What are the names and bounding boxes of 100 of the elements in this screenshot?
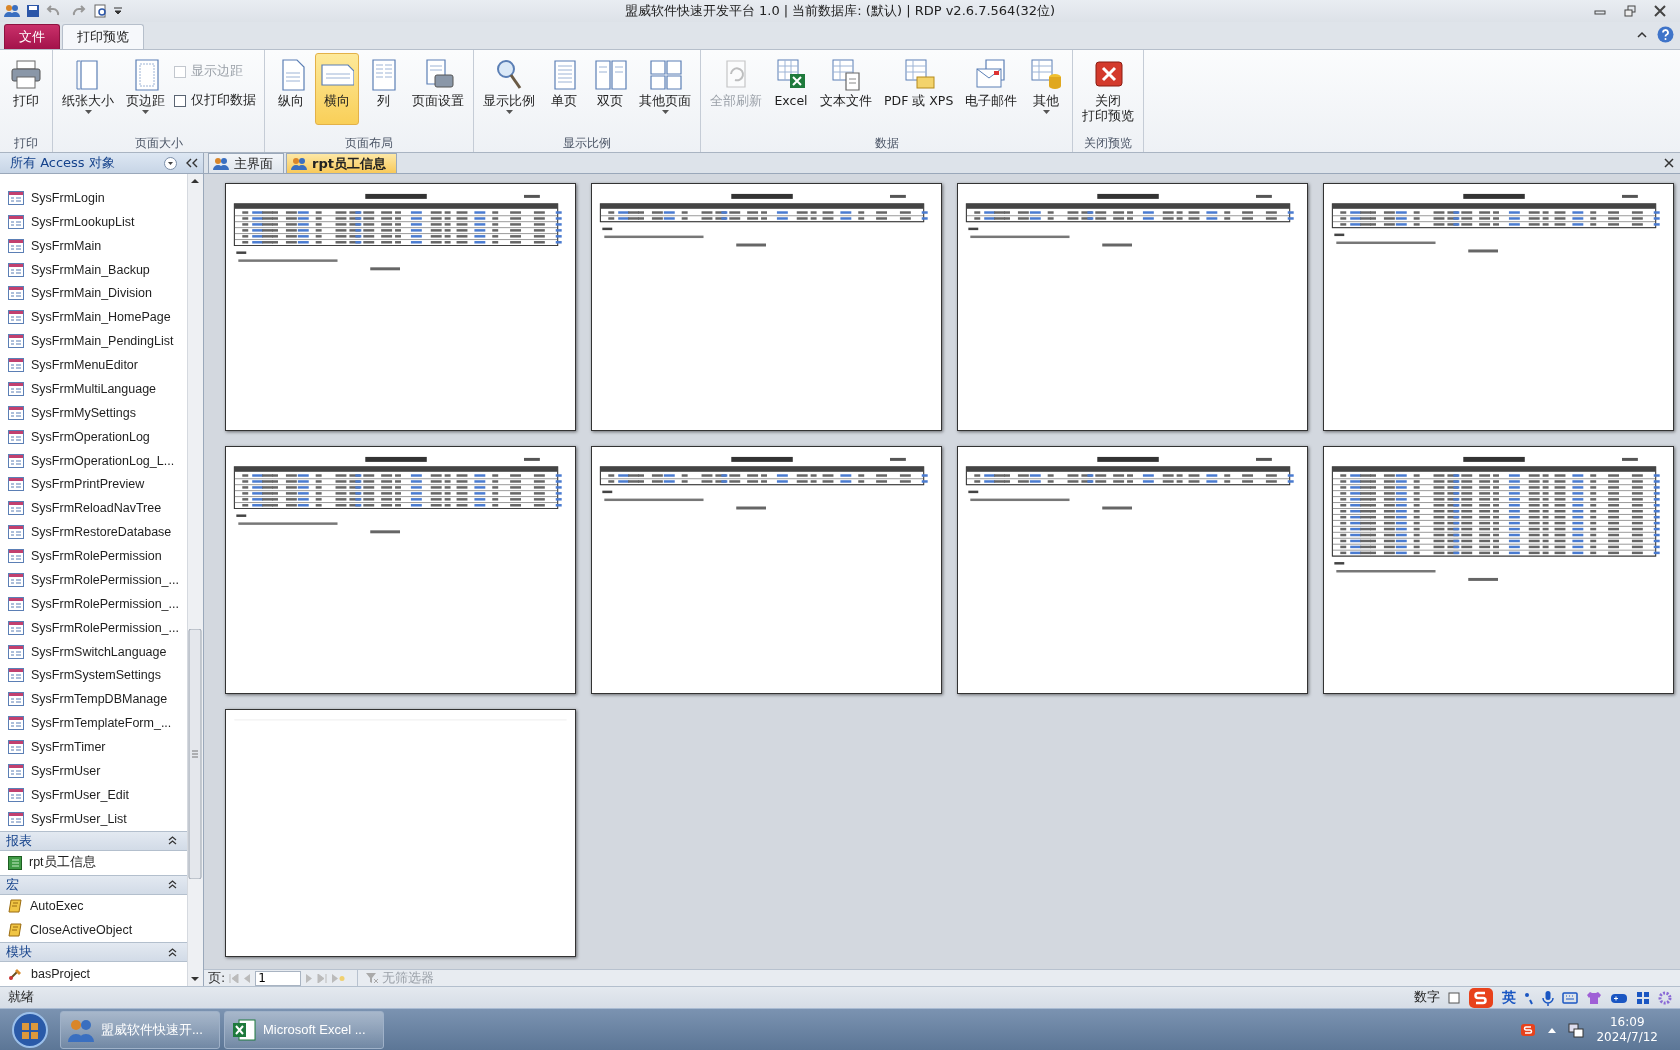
nav-item[interactable]: SysFrmTempDBManage (0, 687, 187, 712)
gamepad-icon[interactable] (1610, 991, 1628, 1004)
module-icon (8, 967, 24, 982)
microphone-icon[interactable] (1542, 989, 1554, 1006)
tray-expand-icon[interactable] (1548, 1026, 1557, 1033)
grid-icon[interactable] (1636, 990, 1650, 1005)
section-header[interactable]: 宏 (0, 874, 187, 895)
ribbon-button[interactable]: 双页 (588, 53, 632, 125)
nav-item[interactable]: SysFrmRestoreDatabase (0, 520, 187, 545)
keyboard-icon[interactable] (1562, 991, 1578, 1004)
customize-menu-icon[interactable] (114, 7, 122, 15)
scroll-icon (8, 923, 23, 938)
nav-item[interactable]: SysFrmUser (0, 759, 187, 783)
ribbon-button[interactable]: 文本文件 (815, 53, 877, 125)
report-icon (8, 855, 22, 870)
excel-export-icon (774, 57, 808, 91)
checkbox[interactable] (174, 94, 186, 107)
users-icon (291, 157, 307, 170)
nav-item[interactable]: SysFrmLogin (0, 186, 187, 210)
ribbon-button[interactable]: 其他 (1024, 53, 1069, 125)
nav-item[interactable]: SysFrmSwitchLanguage (0, 639, 187, 664)
ribbon-button[interactable]: Excel (769, 53, 813, 125)
save-icon[interactable] (26, 4, 40, 18)
nav-item[interactable]: SysFrmMain_Division (0, 281, 187, 306)
document-tab[interactable]: 主界面 (208, 153, 284, 173)
print-preview-icon[interactable] (94, 4, 108, 18)
ribbon-button[interactable]: 其他页面 (634, 53, 696, 125)
input-mode-indicator[interactable]: 英 (1502, 988, 1516, 1007)
nav-item[interactable]: SysFrmSystemSettings (0, 663, 187, 688)
nav-item[interactable]: SysFrmMySettings (0, 400, 187, 425)
nav-item[interactable]: SysFrmRolePermission_... (0, 591, 187, 616)
s-logo-icon[interactable] (1468, 986, 1494, 1009)
nav-item[interactable]: SysFrmMain (0, 233, 187, 258)
nav-item[interactable]: SysFrmMultiLanguage (0, 377, 187, 401)
nav-item[interactable]: rpt员工信息 (0, 850, 187, 875)
ribbon-button[interactable]: PDF 或 XPS (879, 53, 959, 125)
form-icon (8, 716, 24, 731)
restore-icon[interactable] (1624, 5, 1636, 17)
checkbox-option[interactable]: 仅打印数据 (174, 92, 256, 109)
nav-item[interactable]: basProject (0, 962, 187, 986)
ribbon-button[interactable]: 横向 (315, 53, 359, 125)
nav-item[interactable]: SysFrmOperationLog (0, 424, 187, 449)
ribbon-tab[interactable]: 打印预览 (62, 24, 144, 49)
app-users-icon[interactable] (4, 4, 20, 18)
ribbon-button[interactable]: 纵向 (269, 53, 313, 125)
filter-icon (366, 972, 380, 984)
ribbon-button[interactable]: 列 (361, 53, 405, 125)
section-header[interactable]: 模块 (0, 942, 187, 963)
redo-icon[interactable] (70, 5, 88, 17)
nav-item[interactable]: SysFrmPrintPreview (0, 472, 187, 497)
nav-item[interactable]: SysFrmReloadNavTree (0, 496, 187, 521)
text-file-icon (829, 57, 863, 91)
nav-item[interactable]: SysFrmOperationLog_L... (0, 448, 187, 473)
nav-item[interactable]: SysFrmRolePermission (0, 544, 187, 568)
document-tab[interactable]: rpt员工信息 (286, 153, 397, 173)
form-icon (8, 668, 24, 683)
nav-item[interactable]: AutoExec (0, 894, 187, 919)
ribbon-button[interactable]: 显示比例 (478, 53, 540, 125)
nav-item[interactable]: SysFrmMain_HomePage (0, 305, 187, 330)
nav-item[interactable]: SysFrmRolePermission_... (0, 568, 187, 592)
collapse-pane-icon[interactable] (185, 158, 199, 168)
nav-item[interactable]: SysFrmMain_PendingList (0, 329, 187, 354)
ribbon-button[interactable]: 电子邮件 (960, 53, 1023, 125)
form-icon (8, 214, 24, 229)
ribbon-tab[interactable]: 文件 (4, 24, 60, 49)
close-icon[interactable] (1664, 158, 1674, 168)
form-icon (8, 262, 24, 277)
window-title: 盟威软件快速开发平台 1.0 | 当前数据库: (默认) | RDP v2.6.7.564(32位) (623, 2, 1057, 20)
page-number-field[interactable]: 1 (255, 970, 302, 986)
form-icon (8, 429, 24, 444)
help-icon[interactable] (1657, 26, 1674, 43)
nav-item[interactable]: SysFrmRolePermission_... (0, 615, 187, 640)
ribbon-button[interactable]: 打印 (4, 53, 48, 125)
nav-item[interactable]: SysFrmMenuEditor (0, 353, 187, 377)
nav-item[interactable]: SysFrmLookupList (0, 209, 187, 234)
scroll-thumb-icon[interactable] (188, 629, 202, 879)
shirt-icon[interactable] (1586, 990, 1602, 1005)
nav-item[interactable]: CloseActiveObject (0, 918, 187, 943)
printer-icon (9, 57, 43, 91)
gear-icon[interactable] (1658, 990, 1672, 1005)
ribbon-button[interactable]: 纸张大小 (57, 53, 119, 125)
ribbon-button[interactable]: 关闭 打印预览 (1077, 53, 1140, 125)
form-icon (8, 572, 24, 587)
ribbon-button[interactable]: 页面设置 (407, 53, 469, 125)
nav-item[interactable]: SysFrmUser_Edit (0, 782, 187, 807)
punctuation-icon[interactable] (1524, 990, 1534, 1005)
network-icon[interactable] (1568, 1021, 1585, 1038)
collapse-icon (168, 947, 177, 957)
nav-item[interactable]: SysFrmMain_Backup (0, 257, 187, 282)
collapse-ribbon-icon[interactable] (1637, 31, 1647, 38)
ribbon-button[interactable]: 单页 (542, 53, 586, 125)
nav-item[interactable]: SysFrmUser_List (0, 806, 187, 831)
ribbon-button[interactable]: 页边距 (121, 53, 170, 125)
nav-item[interactable]: SysFrmTemplateForm_... (0, 711, 187, 736)
nav-item[interactable]: SysFrmTimer (0, 735, 187, 759)
section-header[interactable]: 报表 (0, 830, 187, 851)
close-icon[interactable] (1654, 5, 1666, 17)
view-icon[interactable] (1448, 991, 1460, 1004)
s-logo-icon[interactable] (1520, 1022, 1537, 1037)
dropdown-icon[interactable] (164, 156, 177, 170)
